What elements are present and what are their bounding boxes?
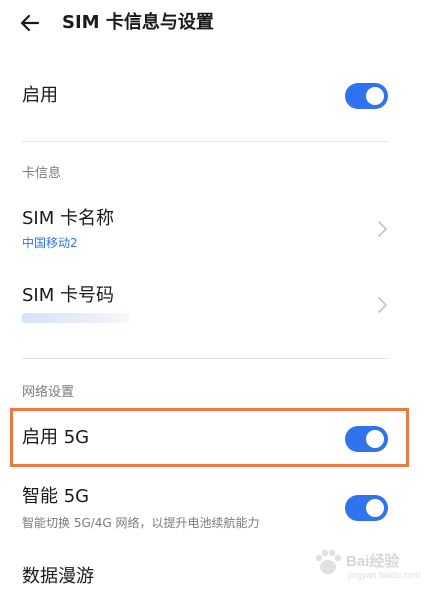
redacted-phone-number (22, 313, 130, 323)
data-roaming-label: 数据漫游 (22, 566, 94, 587)
sim-settings-page: SIM 卡信息与设置 启用 卡信息 SIM 卡名称 中国移动2 SIM 卡号码 … (0, 0, 427, 594)
baidu-watermark: Bai经验 jingyan.baidu.com (308, 540, 421, 586)
enable-sim-toggle[interactable] (345, 83, 388, 109)
sim-name-row[interactable]: SIM 卡名称 中国移动2 (0, 198, 427, 260)
chevron-right-icon (378, 221, 387, 237)
sim-number-row[interactable]: SIM 卡号码 (0, 275, 427, 335)
enable-sim-label: 启用 (22, 85, 58, 106)
sim-name-title: SIM 卡名称 (22, 208, 114, 229)
smart-5g-label: 智能 5G (22, 486, 90, 507)
divider (22, 141, 388, 142)
top-bar: SIM 卡信息与设置 (0, 0, 427, 44)
toggle-knob (366, 499, 384, 517)
toggle-knob (366, 87, 384, 105)
sim-name-value: 中国移动2 (22, 236, 78, 250)
back-arrow-icon[interactable] (18, 10, 44, 36)
enable-sim-row[interactable]: 启用 (0, 70, 427, 122)
smart-5g-row[interactable]: 智能 5G 智能切换 5G/4G 网络，以提升电池续航能力 (0, 480, 427, 540)
section-label-card-info: 卡信息 (22, 166, 62, 181)
paw-logo-icon (315, 549, 342, 574)
page-title: SIM 卡信息与设置 (62, 12, 214, 33)
chevron-right-icon (378, 297, 387, 313)
sim-number-title: SIM 卡号码 (22, 285, 114, 306)
highlight-annotation-box (10, 408, 409, 467)
watermark-brand: Bai经验 (346, 553, 400, 570)
watermark-url: jingyan.baidu.com (348, 570, 421, 580)
section-label-network: 网络设置 (22, 385, 75, 400)
smart-5g-toggle[interactable] (345, 495, 388, 521)
divider (22, 358, 388, 359)
smart-5g-description: 智能切换 5G/4G 网络，以提升电池续航能力 (22, 516, 260, 530)
